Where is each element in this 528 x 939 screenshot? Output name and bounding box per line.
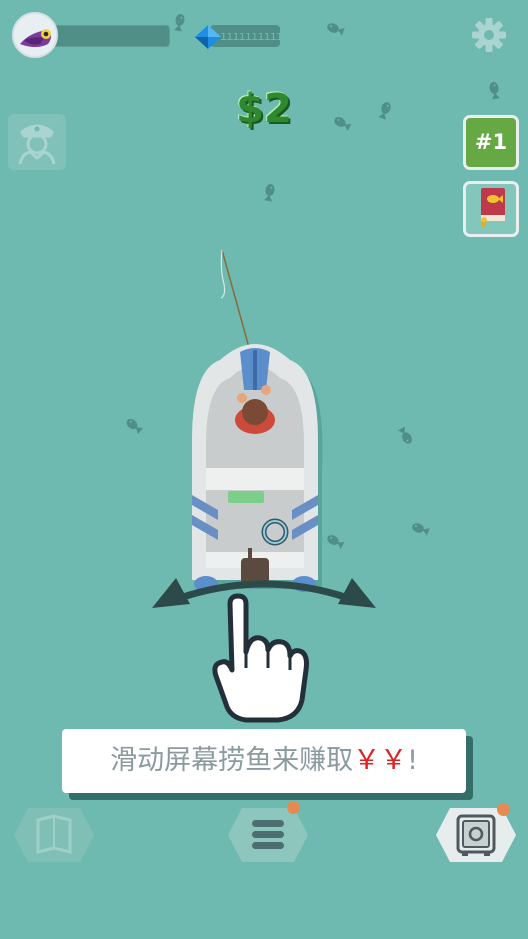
safe-icon — [436, 808, 516, 862]
blue-diamond-icon — [194, 24, 222, 50]
hint-main-text: 滑动屏幕捞鱼来赚取 — [110, 745, 354, 776]
fish-icon — [325, 21, 345, 36]
safe-button[interactable] — [436, 808, 516, 862]
map-button[interactable] — [14, 808, 94, 862]
map-icon — [14, 808, 94, 862]
tutorial-hint-box: 滑动屏幕捞鱼来赚取￥￥! — [62, 729, 466, 793]
player-avatar[interactable] — [12, 12, 58, 58]
menu-notification-dot — [287, 801, 300, 814]
pointing-hand-icon — [212, 593, 309, 723]
tutorial-hint-text: 滑动屏幕捞鱼来赚取￥￥! — [62, 729, 466, 793]
settings-button[interactable] — [470, 16, 508, 54]
fish-icon — [410, 521, 430, 536]
gear-icon — [472, 18, 506, 52]
menu-icon — [228, 808, 308, 862]
fish-icon — [173, 13, 186, 32]
fish-book-button[interactable] — [463, 181, 519, 237]
fishing-boat — [192, 249, 323, 592]
fish-icon — [124, 416, 144, 435]
captain-button[interactable] — [8, 114, 66, 170]
fish-icon — [397, 426, 414, 446]
fish-book-icon — [481, 188, 505, 228]
fish-icon — [263, 183, 276, 202]
safe-notification-dot — [497, 803, 510, 816]
purple-bird-avatar-icon — [14, 14, 56, 56]
leaderboard-rank-button[interactable]: #1 — [463, 115, 519, 170]
xp-progress-bar — [50, 25, 170, 47]
game-screen[interactable]: { "hud": { "avatar_icon": "purple-bird-a… — [0, 0, 528, 939]
hint-end-text: ! — [407, 745, 418, 776]
hint-currency-text: ￥￥ — [353, 745, 408, 776]
main-menu-button[interactable] — [228, 808, 308, 862]
captain-icon — [18, 124, 56, 165]
money-counter: $2 — [236, 86, 292, 132]
